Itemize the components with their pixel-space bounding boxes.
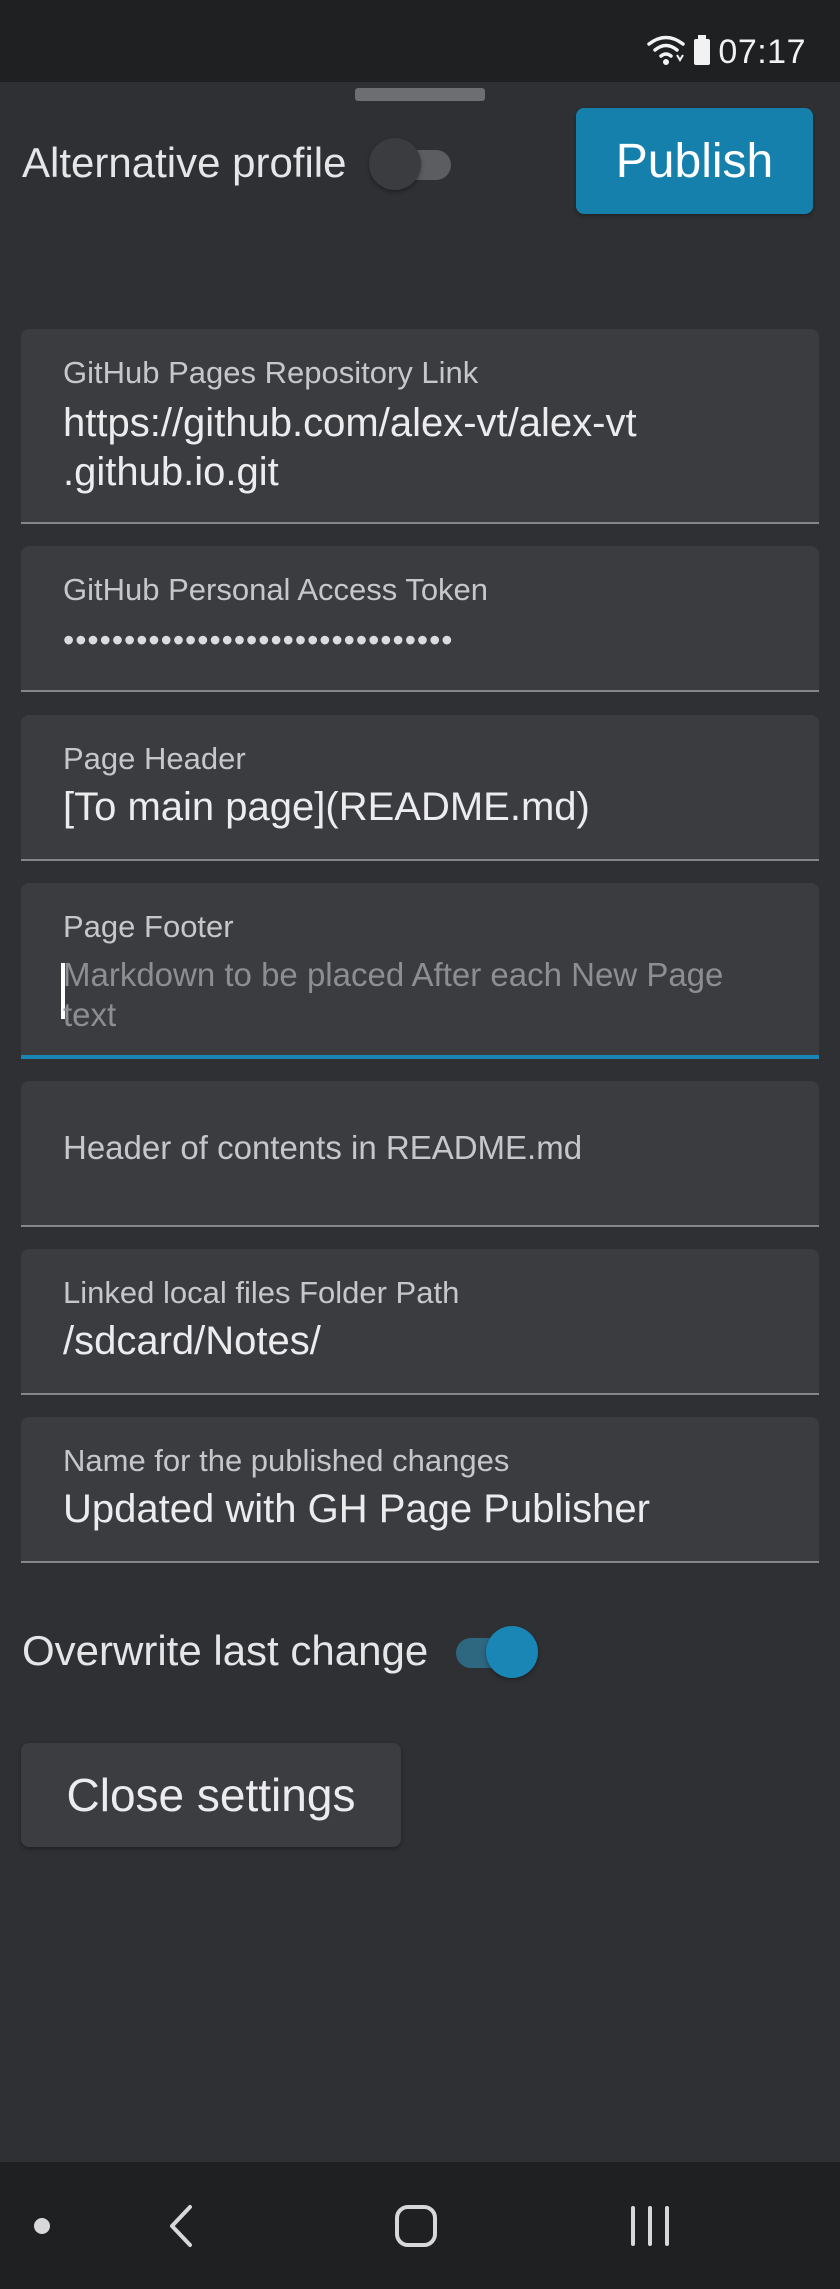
local-folder-label: Linked local files Folder Path: [63, 1275, 460, 1310]
repo-link-field[interactable]: GitHub Pages Repository Link https://git…: [21, 329, 819, 524]
overwrite-switch[interactable]: [446, 1626, 539, 1678]
repo-link-label: GitHub Pages Repository Link: [63, 355, 479, 390]
page-footer-placeholder[interactable]: Markdown to be placed After each New Pag…: [63, 955, 759, 1035]
overwrite-label: Overwrite last change: [22, 1627, 429, 1674]
drag-handle[interactable]: [355, 88, 485, 101]
close-settings-button[interactable]: Close settings: [21, 1743, 401, 1847]
home-icon[interactable]: [374, 2162, 458, 2289]
overwrite-row: Overwrite last change: [22, 1616, 539, 1686]
publish-button[interactable]: Publish: [576, 108, 813, 214]
commit-name-value[interactable]: Updated with GH Page Publisher: [63, 1485, 779, 1534]
contents-header-field[interactable]: Header of contents in README.md: [21, 1081, 819, 1227]
back-icon[interactable]: [140, 2162, 224, 2289]
commit-name-field[interactable]: Name for the published changes Updated w…: [21, 1417, 819, 1563]
repo-link-value[interactable]: https://github.com/alex-vt/alex-vt .gith…: [63, 399, 779, 497]
navigation-bar: [0, 2162, 840, 2289]
access-token-field[interactable]: GitHub Personal Access Token •••••••••••…: [21, 546, 819, 692]
alternative-profile-row: Alternative profile: [22, 128, 459, 198]
access-token-label: GitHub Personal Access Token: [63, 572, 489, 607]
page-header-field[interactable]: Page Header [To main page](README.md): [21, 715, 819, 861]
repo-link-value-line2: .github.io.git: [63, 450, 279, 494]
commit-name-label: Name for the published changes: [63, 1443, 510, 1478]
alternative-profile-label: Alternative profile: [22, 139, 347, 186]
page-footer-placeholder-line1: Markdown to be placed After each New Pag…: [63, 956, 724, 993]
local-folder-value[interactable]: /sdcard/Notes/: [63, 1317, 779, 1366]
access-token-value[interactable]: ••••••••••••••••••••••••••••••••: [63, 622, 454, 659]
status-time: 07:17: [718, 32, 806, 71]
page-header-value[interactable]: [To main page](README.md): [63, 783, 779, 832]
local-folder-field[interactable]: Linked local files Folder Path /sdcard/N…: [21, 1249, 819, 1395]
status-icons: 07:17: [646, 30, 806, 74]
dot-icon: [20, 2162, 64, 2289]
battery-icon: [692, 34, 712, 71]
recents-icon[interactable]: [608, 2162, 692, 2289]
page-header-label: Page Header: [63, 741, 246, 776]
page-footer-field[interactable]: Page Footer Markdown to be placed After …: [21, 883, 819, 1059]
alternative-profile-switch[interactable]: [368, 138, 459, 190]
contents-header-placeholder[interactable]: Header of contents in README.md: [63, 1128, 759, 1168]
page-footer-label: Page Footer: [63, 909, 234, 944]
page-footer-placeholder-line2: text: [63, 996, 117, 1033]
wifi-icon: [646, 33, 686, 72]
status-bar: 07:17: [0, 0, 840, 82]
switch-thumb: [368, 138, 421, 190]
switch-thumb: [486, 1626, 539, 1678]
repo-link-value-line1: https://github.com/alex-vt/alex-vt: [63, 401, 637, 445]
